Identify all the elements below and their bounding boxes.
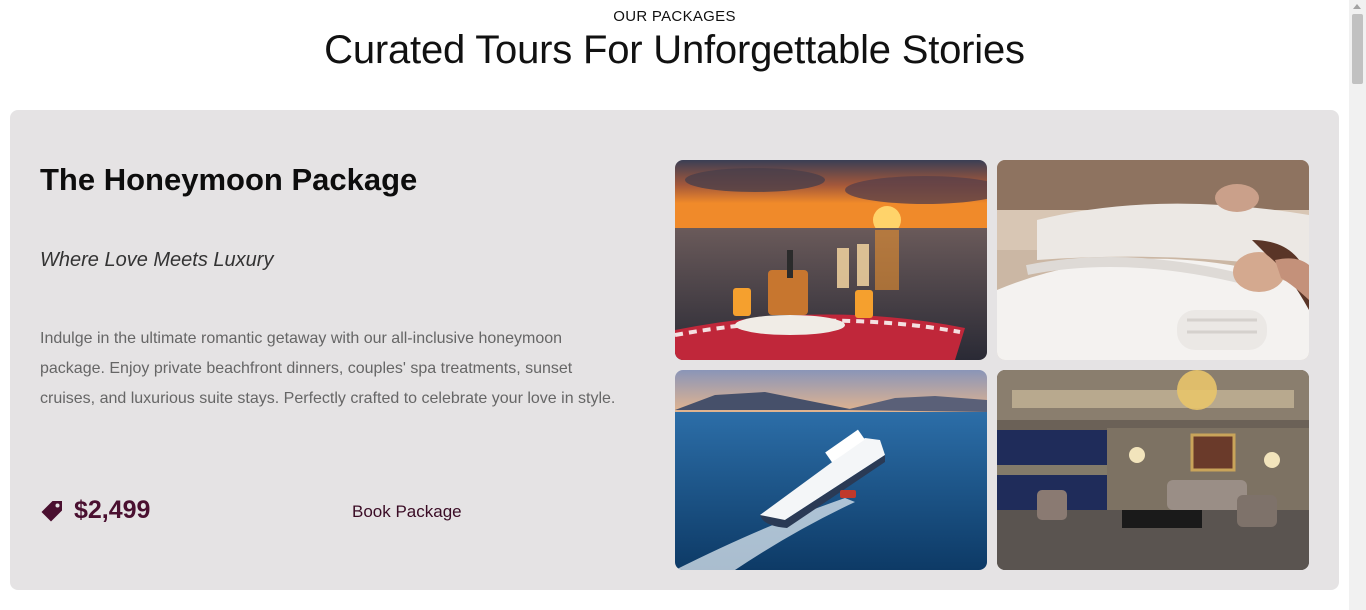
section-eyebrow: OUR PACKAGES: [613, 8, 736, 25]
price-value: $2,499: [74, 496, 151, 524]
price-tag-icon: [40, 499, 64, 523]
scroll-up-arrow-icon[interactable]: [1353, 4, 1361, 9]
package-price: $2,499: [40, 496, 150, 525]
beach-sunset-dinner-photo: [675, 160, 987, 360]
cruise-ship-photo: [675, 370, 987, 570]
section-heading: Curated Tours For Unforgettable Stories: [324, 28, 1025, 72]
package-title: The Honeymoon Package: [40, 162, 418, 197]
package-description: Indulge in the ultimate romantic getaway…: [40, 330, 616, 407]
couples-spa-photo: [997, 160, 1309, 360]
book-package-button[interactable]: Book Package: [342, 500, 472, 524]
scrollbar-thumb[interactable]: [1352, 14, 1363, 84]
packages-section: OUR PACKAGES Curated Tours For Unforgett…: [0, 0, 1349, 610]
luxury-suite-photo: [997, 370, 1309, 570]
package-subtitle: Where Love Meets Luxury: [40, 249, 274, 271]
package-card: The Honeymoon Package Where Love Meets L…: [10, 110, 1339, 590]
page-scrollbar[interactable]: [1349, 0, 1366, 610]
